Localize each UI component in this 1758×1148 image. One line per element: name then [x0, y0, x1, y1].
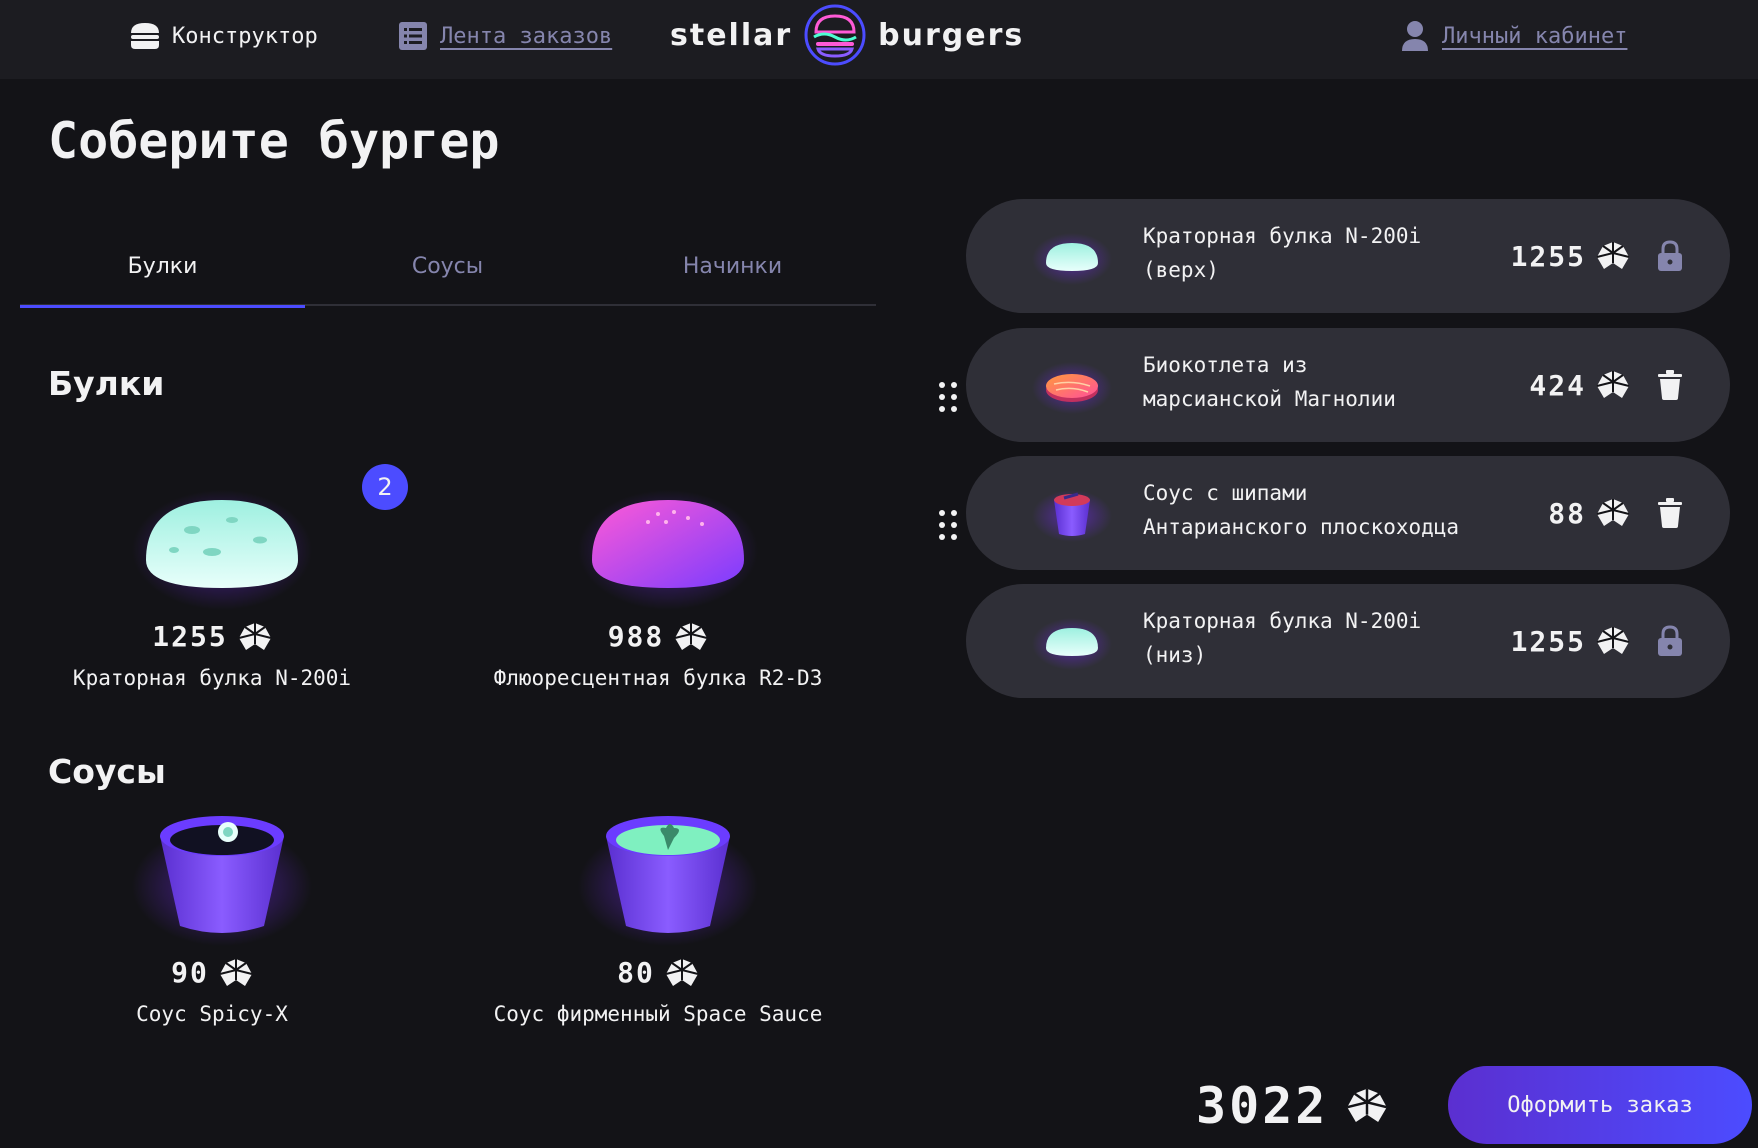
name-line-2: (низ): [1143, 643, 1207, 667]
space-sauce-image: [578, 816, 758, 946]
spicy-sauce-image: [132, 816, 312, 946]
ingredient-price: 1255: [12, 620, 412, 653]
order-total-value: 3022: [1196, 1077, 1329, 1135]
ingredient-price-value: 988: [607, 620, 665, 653]
order-total: 3022: [1196, 1074, 1388, 1138]
place-order-button[interactable]: Оформить заказ: [1448, 1066, 1752, 1144]
currency-icon: [219, 958, 253, 988]
ingredient-card[interactable]: 1255 Краторная булка N-200i: [12, 470, 412, 730]
app-header: Конструктор Лента заказов stellar burger…: [0, 0, 1758, 79]
name-line-1: Краторная булка N-200i: [1143, 609, 1422, 633]
name-line-2: марсианской Магнолии: [1143, 387, 1396, 411]
currency-icon: [238, 622, 272, 652]
profile-icon: [1398, 19, 1432, 53]
spiked-sauce-thumb: [1032, 490, 1112, 542]
currency-icon: [1596, 241, 1630, 271]
currency-icon: [1596, 370, 1630, 400]
crater-bun-thumb: [1032, 618, 1112, 670]
ingredient-name: Соус фирменный Space Sauce: [493, 1002, 823, 1026]
lock-icon: [1650, 236, 1690, 276]
constructor-element-name: Биокотлета из марсианской Магнолии: [1143, 348, 1493, 416]
constructor-element-bottom: Краторная булка N-200i (низ) 1255: [966, 584, 1730, 698]
fluorescent-bun-image: [578, 490, 758, 610]
tab-buns[interactable]: Булки: [20, 236, 305, 308]
trash-icon[interactable]: [1650, 493, 1690, 533]
tab-sauces[interactable]: Соусы: [305, 236, 590, 306]
crater-bun-thumb: [1032, 233, 1112, 285]
bio-patty-thumb: [1032, 362, 1112, 414]
burger-logo-icon: [804, 4, 866, 66]
section-title-sauces: Соусы: [48, 752, 166, 791]
name-line-1: Краторная булка N-200i: [1143, 224, 1422, 248]
logo[interactable]: stellar burgers: [670, 0, 1024, 70]
section-title-buns: Булки: [48, 364, 165, 403]
constructor-element[interactable]: Соус с шипами Антарианского плоскоходца …: [966, 456, 1730, 570]
lock-icon: [1650, 621, 1690, 661]
constructor-element-name: Краторная булка N-200i (низ): [1143, 604, 1493, 672]
currency-icon: [665, 958, 699, 988]
trash-icon[interactable]: [1650, 365, 1690, 405]
price-value: 88: [1548, 496, 1586, 530]
price-value: 424: [1529, 368, 1586, 402]
crater-bun-image: [132, 490, 312, 610]
ingredient-name: Соус Spicy-X: [136, 1002, 288, 1026]
constructor-element-price: 424: [1529, 328, 1630, 442]
name-line-1: Биокотлета из: [1143, 353, 1308, 377]
constructor-element-price: 1255: [1511, 584, 1630, 698]
ingredient-price-value: 80: [617, 956, 655, 989]
ingredient-price-value: 90: [171, 956, 209, 989]
burger-icon: [128, 19, 162, 53]
ingredient-name: Краторная булка N-200i: [72, 666, 352, 690]
nav-order-feed[interactable]: Лента заказов: [396, 0, 612, 72]
nav-profile[interactable]: Личный кабинет: [1398, 0, 1627, 72]
ingredient-price: 80: [458, 956, 858, 989]
logo-text-right: burgers: [878, 17, 1025, 53]
name-line-2: Антарианского плоскоходца: [1143, 515, 1460, 539]
name-line-1: Соус с шипами: [1143, 481, 1308, 505]
drag-handle-icon[interactable]: [936, 507, 960, 543]
constructor-element-top: Краторная булка N-200i (верх) 1255: [966, 199, 1730, 313]
constructor-element-name: Краторная булка N-200i (верх): [1143, 219, 1493, 287]
constructor-element-name: Соус с шипами Антарианского плоскоходца: [1143, 476, 1493, 544]
ingredient-card[interactable]: 988 Флюоресцентная булка R2-D3: [458, 470, 858, 730]
tab-fillings[interactable]: Начинки: [590, 236, 875, 306]
nav-order-feed-label: Лента заказов: [440, 23, 613, 49]
constructor-element-price: 88: [1548, 456, 1630, 570]
page-title: Соберите бургер: [48, 112, 500, 170]
constructor-element[interactable]: Биокотлета из марсианской Магнолии 424: [966, 328, 1730, 442]
currency-icon: [1346, 1087, 1388, 1125]
ingredient-price-value: 1255: [152, 620, 228, 653]
currency-icon: [1596, 498, 1630, 528]
currency-icon: [674, 622, 708, 652]
price-value: 1255: [1510, 624, 1586, 658]
ingredient-price: 90: [12, 956, 412, 989]
name-line-2: (верх): [1143, 258, 1219, 282]
nav-constructor-label: Конструктор: [172, 23, 318, 49]
currency-icon: [1596, 626, 1630, 656]
ingredient-card[interactable]: 90 Соус Spicy-X: [12, 806, 412, 1066]
logo-text-left: stellar: [670, 17, 793, 53]
constructor-element-price: 1255: [1511, 199, 1630, 313]
drag-handle-icon[interactable]: [936, 379, 960, 415]
ingredient-counter: 2: [362, 464, 408, 510]
nav-constructor[interactable]: Конструктор: [128, 0, 318, 72]
ingredient-price: 988: [458, 620, 858, 653]
nav-profile-label: Личный кабинет: [1442, 23, 1628, 49]
price-value: 1255: [1510, 239, 1586, 273]
ingredient-card[interactable]: 80 Соус фирменный Space Sauce: [458, 806, 858, 1066]
ingredient-tabs: Булки Соусы Начинки: [20, 236, 876, 308]
list-icon: [396, 19, 430, 53]
ingredient-name: Флюоресцентная булка R2-D3: [493, 666, 823, 690]
